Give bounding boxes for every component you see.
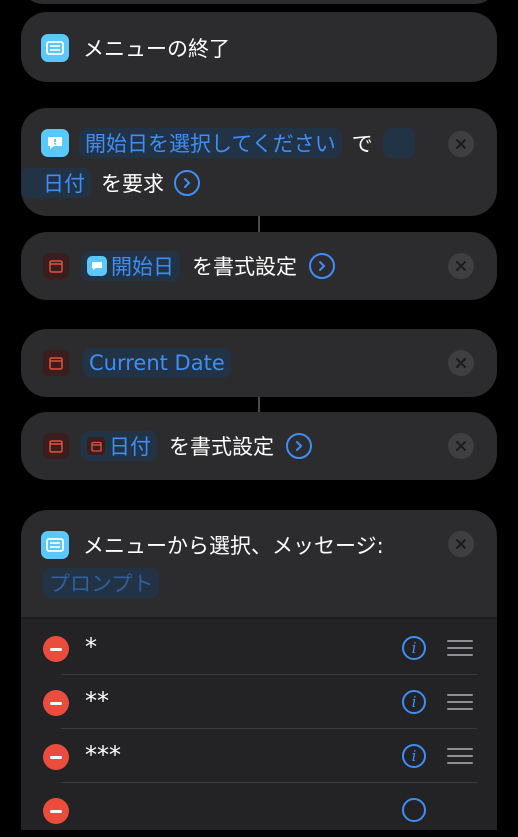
- clear-ask-input-button[interactable]: [448, 131, 474, 157]
- delete-item-button[interactable]: [43, 744, 69, 770]
- info-icon[interactable]: i: [402, 744, 426, 768]
- connector-line: [258, 216, 260, 232]
- reorder-handle-icon[interactable]: [447, 640, 473, 656]
- delete-item-button[interactable]: [43, 690, 69, 716]
- reorder-handle-icon[interactable]: [447, 694, 473, 710]
- menu-item-text[interactable]: *: [85, 633, 97, 661]
- current-date-action[interactable]: Current Date: [21, 329, 497, 397]
- calendar-icon: [43, 433, 69, 459]
- chevron-right-icon[interactable]: [286, 433, 312, 459]
- clear-choose-menu-button[interactable]: [448, 531, 474, 557]
- ask-for-input-action[interactable]: 開始日を選択してください で 日付 を要求: [21, 108, 497, 216]
- date-token[interactable]: 日付: [81, 431, 157, 461]
- menu-item-row-partial[interactable]: [21, 783, 497, 837]
- empty-default-token[interactable]: [382, 128, 415, 158]
- connector-line: [258, 397, 260, 412]
- start-date-token-label: 開始日: [111, 255, 174, 279]
- date-token-label: 日付: [109, 435, 151, 459]
- format-date-action-2[interactable]: 日付 を書式設定: [21, 412, 497, 480]
- format-text-2: を書式設定: [169, 435, 274, 459]
- info-icon[interactable]: i: [402, 636, 426, 660]
- current-date-token[interactable]: Current Date: [83, 348, 231, 378]
- menu-item-row[interactable]: * i: [21, 621, 497, 675]
- chevron-right-icon[interactable]: [174, 170, 200, 196]
- ask-input-icon: [41, 129, 69, 157]
- ask-input-small-icon: [87, 256, 107, 276]
- clear-format-2-button[interactable]: [448, 433, 474, 459]
- request-text: を要求: [101, 172, 164, 196]
- menu-item-row[interactable]: ** i: [21, 675, 497, 729]
- menu-icon: [41, 531, 69, 559]
- calendar-icon: [43, 350, 69, 376]
- menu-item-text[interactable]: ***: [85, 741, 121, 769]
- input-type-token[interactable]: 日付: [21, 168, 91, 198]
- end-menu-label: メニューの終了: [83, 37, 230, 61]
- menu-item-text[interactable]: **: [85, 687, 109, 715]
- choose-menu-label: メニューから選択、メッセージ:: [83, 534, 384, 558]
- info-icon[interactable]: i: [402, 690, 426, 714]
- de-text: で: [351, 132, 373, 156]
- chevron-right-icon[interactable]: [309, 253, 335, 279]
- calendar-icon: [43, 253, 69, 279]
- clear-format-1-button[interactable]: [448, 253, 474, 279]
- format-date-action-1[interactable]: 開始日 を書式設定: [21, 232, 497, 300]
- menu-item-row[interactable]: *** i: [21, 729, 497, 783]
- reorder-handle-icon[interactable]: [447, 748, 473, 764]
- start-date-token[interactable]: 開始日: [81, 251, 180, 281]
- menu-icon: [41, 34, 69, 62]
- prompt-placeholder-token[interactable]: プロンプト: [43, 568, 160, 598]
- delete-item-button[interactable]: [43, 636, 69, 662]
- end-menu-action[interactable]: メニューの終了: [21, 12, 497, 82]
- clear-current-date-button[interactable]: [448, 350, 474, 376]
- previous-action-card: [21, 0, 497, 4]
- prompt-token[interactable]: 開始日を選択してください: [79, 128, 342, 158]
- format-text-1: を書式設定: [192, 255, 297, 279]
- calendar-small-icon: [87, 437, 105, 455]
